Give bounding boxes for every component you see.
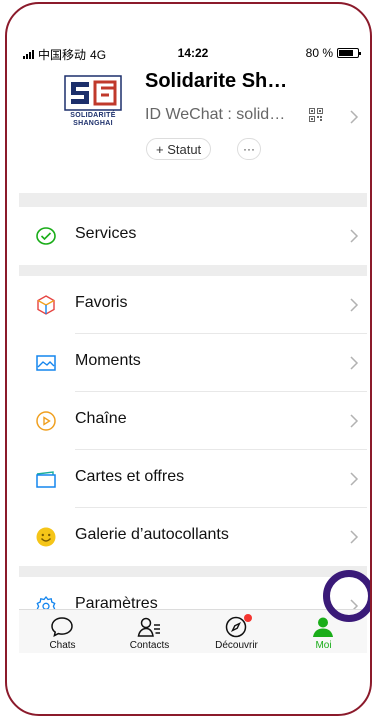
me-person-icon [313, 617, 333, 637]
chevron-right-icon [350, 298, 359, 312]
tab-label-decouvrir: Découvrir [215, 640, 258, 651]
section-gap [19, 566, 367, 577]
tab-contacts[interactable]: Contacts [106, 610, 193, 654]
menu-label-galerie: Galerie d’autocollants [75, 526, 229, 543]
profile-name[interactable]: Solidarite Sh… [145, 70, 287, 93]
device-frame: 中国移动 4G 14:22 80 % SOLIDARITÉ SHANGHAI S… [5, 2, 372, 716]
chevron-right-icon [350, 229, 359, 243]
chevron-right-icon [350, 530, 359, 544]
tab-label-contacts: Contacts [129, 640, 170, 651]
menu-label-services: Services [75, 225, 137, 242]
more-status-button[interactable]: ··· [237, 138, 261, 160]
menu-item-favoris[interactable]: Favoris [19, 276, 367, 334]
favorites-cube-icon [37, 295, 55, 315]
wechat-id[interactable]: ID WeChat : solid… [145, 106, 285, 124]
services-icon [36, 227, 56, 245]
wechat-me-screen: 中国移动 4G 14:22 80 % SOLIDARITÉ SHANGHAI S… [19, 42, 367, 653]
contacts-person-icon [137, 617, 160, 637]
menu-label-favoris: Favoris [75, 294, 128, 311]
menu-item-services[interactable]: Services [19, 207, 367, 265]
battery-status: 80 % [305, 46, 361, 60]
moments-image-icon [36, 355, 56, 371]
bottom-tab-bar: Chats Contacts Découvrir Moi [19, 609, 367, 653]
section-gap [19, 265, 367, 276]
qr-code-icon[interactable] [309, 108, 323, 122]
solidarite-logo-icon [64, 75, 122, 111]
tab-chats[interactable]: Chats [19, 610, 106, 654]
chevron-right-icon [350, 414, 359, 428]
tab-label-moi: Moi [315, 640, 332, 651]
channel-play-icon [36, 411, 56, 431]
logo-caption: SOLIDARITÉ SHANGHAI [70, 112, 116, 127]
tap-highlight-ring [323, 570, 370, 622]
section-gap [19, 193, 367, 207]
battery-icon [337, 48, 361, 58]
profile-avatar-logo[interactable]: SOLIDARITÉ SHANGHAI [57, 74, 129, 138]
add-status-button[interactable]: + Statut [146, 138, 212, 160]
tab-decouvrir[interactable]: Découvrir [193, 610, 280, 654]
menu-item-moments[interactable]: Moments [19, 334, 367, 392]
menu-label-moments: Moments [75, 352, 141, 369]
chevron-right-icon [350, 472, 359, 486]
menu-item-galerie[interactable]: Galerie d’autocollants [19, 508, 367, 566]
menu-item-cartes[interactable]: Cartes et offres [19, 450, 367, 508]
chat-bubble-icon [51, 617, 73, 637]
notification-dot [244, 614, 252, 622]
menu-item-chaine[interactable]: Chaîne [19, 392, 367, 450]
menu-label-cartes: Cartes et offres [75, 468, 185, 485]
status-bar: 中国移动 4G 14:22 80 % [19, 42, 367, 62]
cards-wallet-icon [36, 471, 56, 488]
sticker-smiley-icon [36, 527, 56, 547]
profile-chevron-right-icon[interactable] [349, 110, 359, 124]
chevron-right-icon [350, 356, 359, 370]
menu-label-chaine: Chaîne [75, 410, 127, 427]
tab-label-chats: Chats [49, 640, 76, 651]
battery-percent: 80 % [305, 46, 333, 60]
